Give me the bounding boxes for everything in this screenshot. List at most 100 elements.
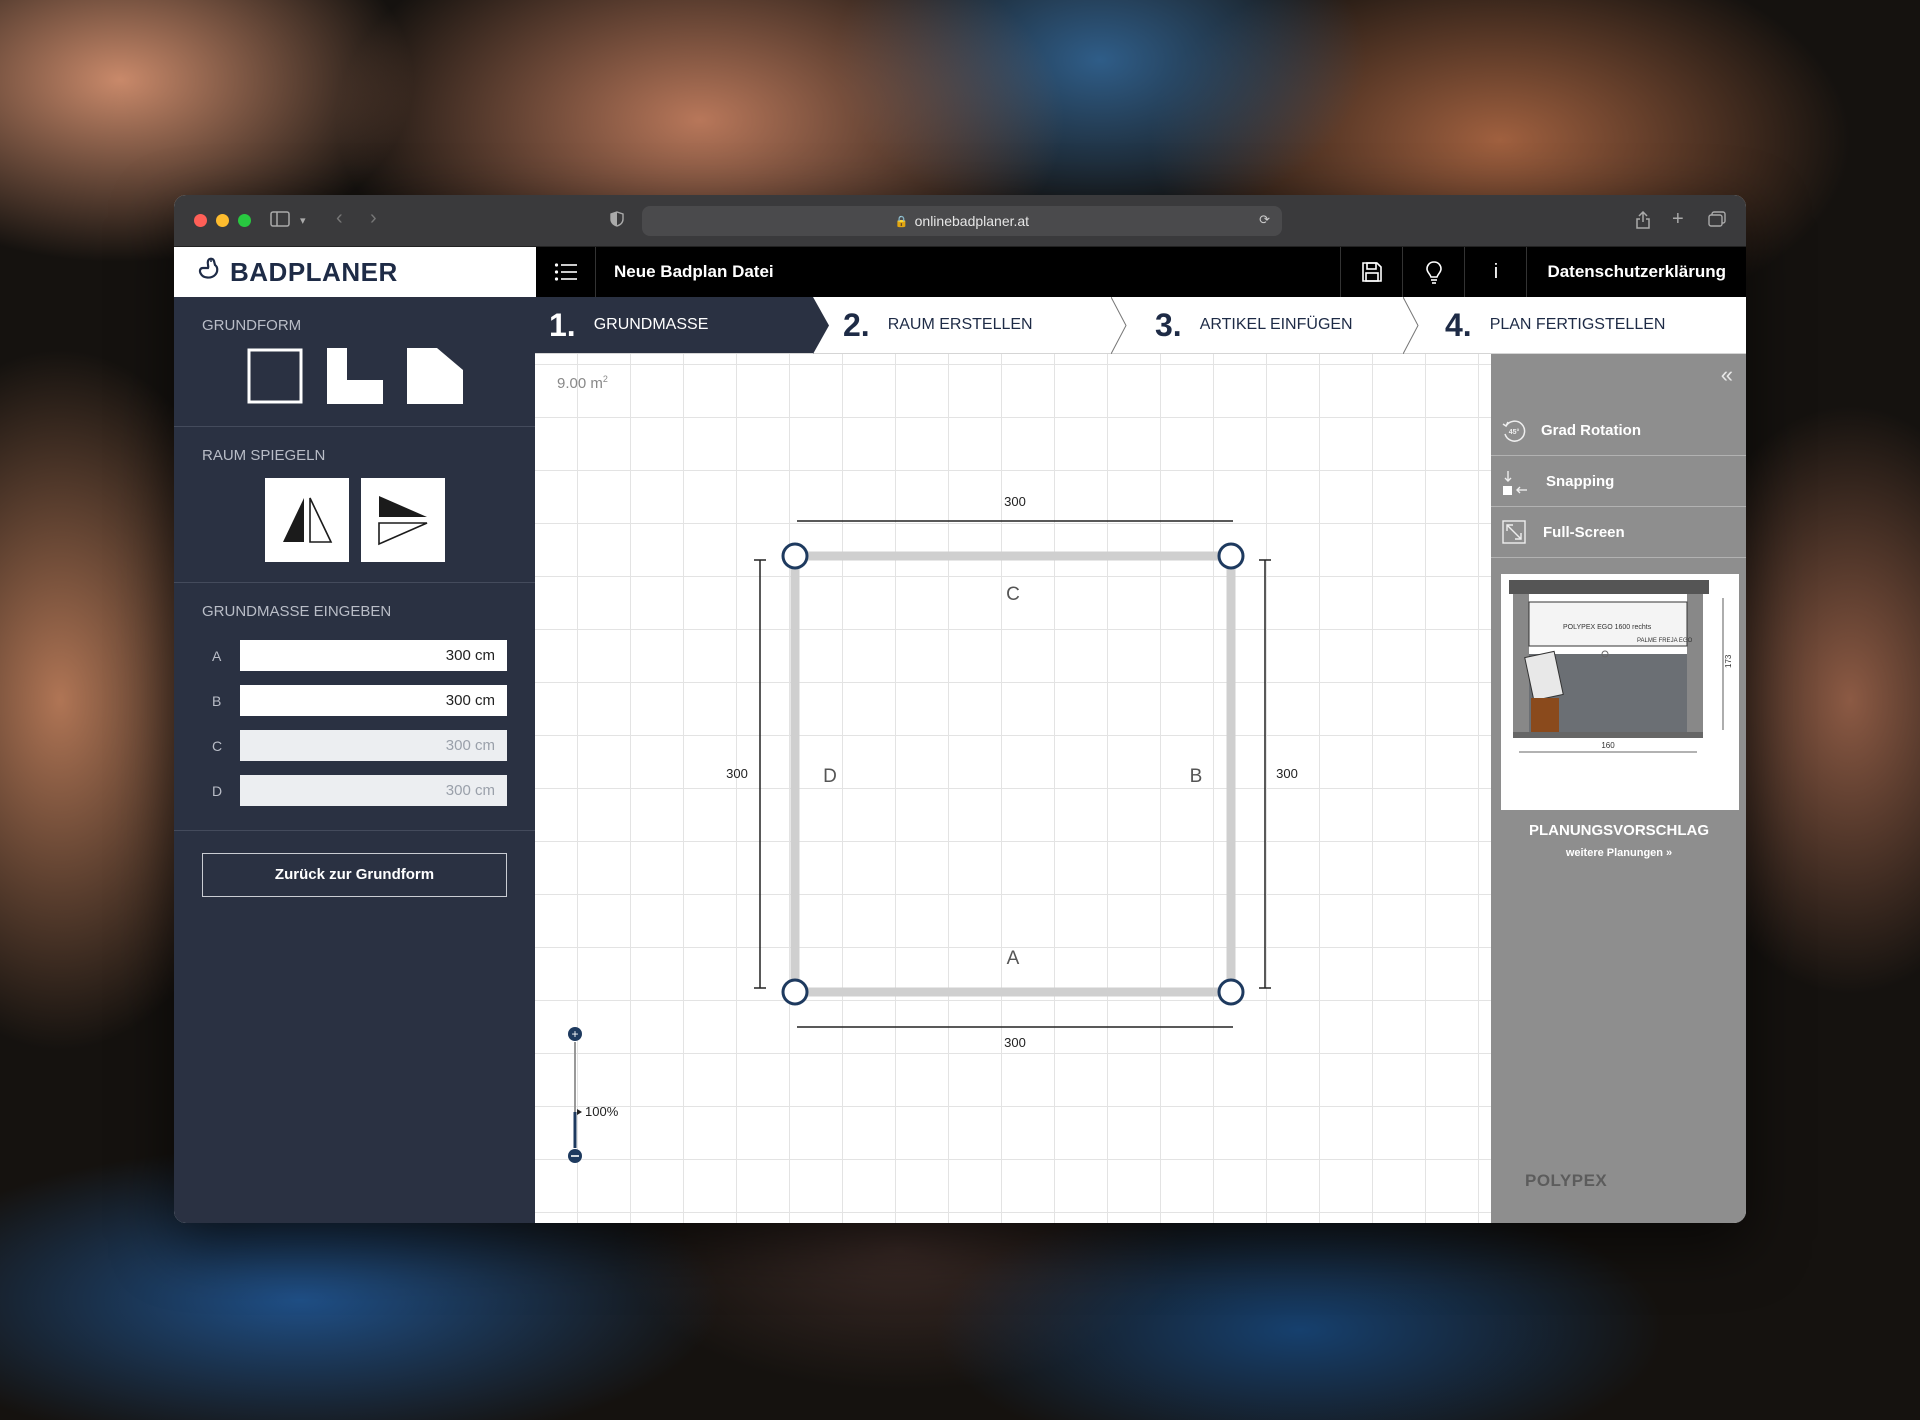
corner-handle-bottom-left[interactable] xyxy=(781,978,809,1006)
step-1-label: GRUNDMASSE xyxy=(593,316,709,333)
zoom-in-icon: + xyxy=(571,1027,578,1041)
dim-input-d: 300 cm xyxy=(240,775,507,806)
right-panel: « 45° Grad Rotation Snapping Full-Screen… xyxy=(1491,354,1746,1223)
back-to-shape-button[interactable]: Zurück zur Grundform xyxy=(202,853,507,897)
zoom-control: + 100% xyxy=(567,1026,637,1171)
spiegeln-title: RAUM SPIEGELN xyxy=(202,447,326,464)
room-walls[interactable] xyxy=(790,551,1236,997)
snapping-icon xyxy=(1501,469,1527,495)
mirror-horizontal-button[interactable] xyxy=(264,478,349,562)
tab-overview-icon[interactable] xyxy=(1708,211,1726,232)
address-bar[interactable]: 🔒 onlinebadplaner.at ⟳ xyxy=(642,206,1282,236)
left-sidebar: GRUNDFORM RAUM SPIEGELN GRUNDMASSE EINGE… xyxy=(174,297,535,1223)
back-icon[interactable]: ‹ xyxy=(336,207,343,230)
dim-input-a[interactable]: 300 cm xyxy=(240,640,507,671)
rotation-45-icon: 45° xyxy=(1501,418,1527,444)
fullscreen-label: Full-Screen xyxy=(1543,523,1625,541)
dim-label-b: B xyxy=(212,692,222,709)
left-dimension-label: 300 xyxy=(726,766,748,781)
more-plans-link[interactable]: weitere Planungen » xyxy=(1491,847,1746,859)
dim-row-a: A 300 cm xyxy=(202,640,507,671)
fullscreen-icon xyxy=(1501,520,1527,546)
url-text: onlinebadplaner.at xyxy=(914,213,1030,229)
window-controls xyxy=(194,214,251,227)
mirror-vertical-button[interactable] xyxy=(360,478,445,562)
l-shape-button[interactable] xyxy=(326,348,383,404)
brand-logo[interactable]: BADPLANER xyxy=(174,247,536,297)
tips-button[interactable] xyxy=(1402,247,1464,297)
file-title[interactable]: Neue Badplan Datei xyxy=(596,247,1340,297)
minimize-window-button[interactable] xyxy=(216,214,229,227)
fullscreen-button[interactable]: Full-Screen xyxy=(1491,507,1746,558)
bathroom-plan-thumbnail: POLYPEX EGO 1600 rechts PALME FREJA EGO … xyxy=(1509,580,1733,753)
snapping-button[interactable]: Snapping xyxy=(1491,456,1746,507)
grundform-title: GRUNDFORM xyxy=(202,317,302,334)
corner-handle-top-right[interactable] xyxy=(1217,542,1245,570)
thumb-label-top: POLYPEX EGO 1600 rechts xyxy=(1563,624,1652,631)
zoom-slider-handle[interactable] xyxy=(577,1109,582,1115)
floorplan-canvas[interactable]: 9.00 m2 300 300 300 300 C A D B + 100% xyxy=(535,354,1491,1223)
snapping-label: Snapping xyxy=(1546,472,1615,490)
thumb-dim-bottom: 160 xyxy=(1601,741,1615,750)
chamfer-shape-button[interactable] xyxy=(406,348,463,404)
thumb-label-right: PALME FREJA EGO xyxy=(1637,638,1693,644)
info-button[interactable]: i xyxy=(1464,247,1526,297)
dim-row-b: B 300 cm xyxy=(202,685,507,716)
collapse-panel-icon[interactable]: « xyxy=(1721,362,1733,388)
planning-suggestion-thumbnail[interactable]: POLYPEX EGO 1600 rechts PALME FREJA EGO … xyxy=(1501,574,1739,810)
wall-label-d: D xyxy=(823,766,837,787)
save-icon xyxy=(1362,262,1382,282)
duck-logo-icon xyxy=(196,256,222,289)
step-2-number: 2. xyxy=(843,306,870,343)
chevron-down-icon[interactable]: ▾ xyxy=(300,214,306,227)
zoom-level-label: 100% xyxy=(585,1104,619,1119)
share-icon[interactable] xyxy=(1636,210,1650,234)
grad-rotation-button[interactable]: 45° Grad Rotation xyxy=(1491,405,1746,456)
dim-input-b[interactable]: 300 cm xyxy=(240,685,507,716)
step-3-number: 3. xyxy=(1155,306,1182,343)
step-2[interactable]: 2. RAUM ERSTELLEN xyxy=(813,297,1127,354)
wall-label-b: B xyxy=(1190,766,1203,787)
room-drawing: 300 300 300 300 C A D B xyxy=(726,494,1298,1050)
right-dimension-label: 300 xyxy=(1276,766,1298,781)
spiegeln-section: RAUM SPIEGELN xyxy=(174,427,535,583)
step-4[interactable]: 4. PLAN FERTIGSTELLEN xyxy=(1419,297,1746,353)
step-1-number: 1. xyxy=(549,306,576,343)
corner-handle-top-left[interactable] xyxy=(781,542,809,570)
grundmasse-title: GRUNDMASSE EINGEBEN xyxy=(202,603,392,620)
lightbulb-icon xyxy=(1426,261,1442,284)
polypex-logo: POLYPEX xyxy=(1525,1171,1608,1190)
grundform-section: GRUNDFORM xyxy=(174,297,535,427)
dim-label-c: C xyxy=(212,737,223,754)
maximize-window-button[interactable] xyxy=(238,214,251,227)
shield-icon[interactable] xyxy=(610,211,624,232)
dim-row-d: D 300 cm xyxy=(202,775,507,806)
new-tab-icon[interactable]: + xyxy=(1672,208,1684,231)
privacy-link[interactable]: Datenschutzerklärung xyxy=(1526,247,1746,297)
menu-button[interactable] xyxy=(536,247,596,297)
step-3-label: ARTIKEL EINFÜGEN xyxy=(1199,316,1353,333)
workspace: 1. GRUNDMASSE 2. RAUM ERSTELLEN 3. ARTIK… xyxy=(535,297,1746,1223)
sidebar-toggle-icon[interactable] xyxy=(270,211,290,232)
step-4-label: PLAN FERTIGSTELLEN xyxy=(1489,316,1666,333)
step-3[interactable]: 3. ARTIKEL EINFÜGEN xyxy=(1127,297,1419,354)
corner-handle-bottom-right[interactable] xyxy=(1217,978,1245,1006)
save-button[interactable] xyxy=(1340,247,1402,297)
translate-reload-icon[interactable]: ⟳ xyxy=(1259,212,1270,228)
dim-row-c: C 300 cm xyxy=(202,730,507,761)
canvas-area: 9.00 m2 300 300 300 300 C A D B + 100% «… xyxy=(535,354,1746,1223)
forward-icon[interactable]: › xyxy=(370,207,377,230)
step-2-label: RAUM ERSTELLEN xyxy=(887,316,1033,333)
suggestion-title: PLANUNGSVORSCHLAG xyxy=(1528,822,1709,839)
step-1[interactable]: 1. GRUNDMASSE xyxy=(535,297,829,354)
step-4-number: 4. xyxy=(1445,306,1472,343)
lock-icon: 🔒 xyxy=(894,215,909,228)
close-window-button[interactable] xyxy=(194,214,207,227)
dim-label-d: D xyxy=(212,782,223,799)
step-navigation: 1. GRUNDMASSE 2. RAUM ERSTELLEN 3. ARTIK… xyxy=(535,297,1746,354)
rectangle-shape-button[interactable] xyxy=(247,348,303,404)
grundmasse-section: GRUNDMASSE EINGEBEN A 300 cm B 300 cm C … xyxy=(174,583,535,831)
wall-label-c: C xyxy=(1006,584,1020,605)
dim-label-a: A xyxy=(212,647,222,664)
info-icon: i xyxy=(1493,260,1499,283)
